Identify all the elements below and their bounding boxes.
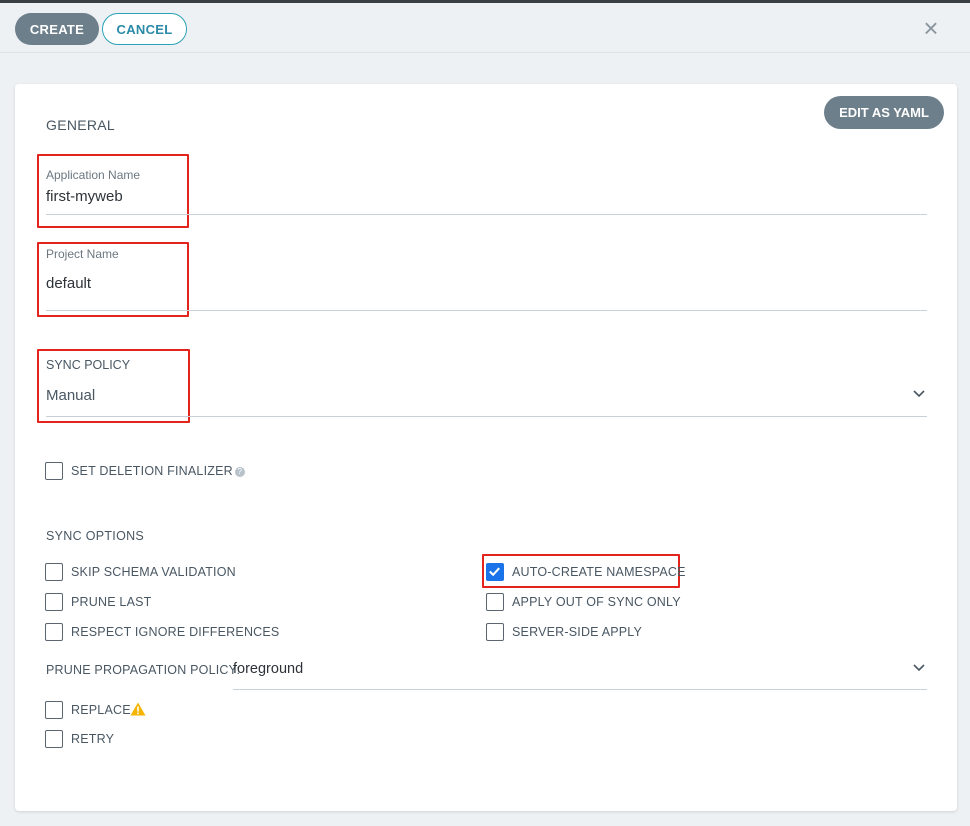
replace-label: REPLACE	[71, 703, 131, 717]
respect-ignore-differences-label: RESPECT IGNORE DIFFERENCES	[71, 625, 280, 639]
application-name-label: Application Name	[46, 168, 141, 182]
prune-last-checkbox[interactable]	[45, 593, 63, 611]
deletion-finalizer-checkbox[interactable]	[45, 462, 63, 480]
close-icon[interactable]: ×	[920, 15, 942, 41]
edit-as-yaml-button[interactable]: EDIT AS YAML	[824, 96, 944, 129]
apply-out-of-sync-only-label: APPLY OUT OF SYNC ONLY	[512, 595, 681, 609]
auto-create-namespace-label: AUTO-CREATE NAMESPACE	[512, 565, 686, 579]
skip-schema-validation-checkbox[interactable]	[45, 563, 63, 581]
retry-label: RETRY	[71, 732, 115, 746]
server-side-apply-label: SERVER-SIDE APPLY	[512, 625, 643, 639]
prune-propagation-policy-label: PRUNE PROPAGATION POLICY:	[46, 663, 241, 677]
warning-icon	[130, 702, 146, 716]
sync-policy-underline	[46, 416, 927, 417]
top-toolbar: CREATE CANCEL ×	[0, 3, 970, 53]
cancel-button[interactable]: CANCEL	[102, 13, 187, 45]
auto-create-namespace-checkbox[interactable]	[486, 563, 504, 581]
chevron-down-icon[interactable]	[912, 661, 926, 675]
create-button[interactable]: CREATE	[15, 13, 99, 45]
sync-policy-label: SYNC POLICY	[46, 358, 131, 372]
sync-options-title: SYNC OPTIONS	[46, 529, 145, 543]
prune-propagation-policy-select[interactable]: foreground	[233, 661, 303, 677]
replace-checkbox[interactable]	[45, 701, 63, 719]
chevron-down-icon[interactable]	[912, 387, 926, 401]
application-form-card: EDIT AS YAML GENERAL Application Name fi…	[15, 84, 957, 811]
retry-checkbox[interactable]	[45, 730, 63, 748]
general-section-title: GENERAL	[46, 117, 116, 133]
help-circle-icon[interactable]: ?	[234, 466, 245, 477]
project-name-input[interactable]: default	[46, 275, 91, 292]
apply-out-of-sync-only-checkbox[interactable]	[486, 593, 504, 611]
prune-propagation-underline	[233, 689, 927, 690]
skip-schema-validation-label: SKIP SCHEMA VALIDATION	[71, 565, 236, 579]
project-name-label: Project Name	[46, 247, 119, 261]
respect-ignore-differences-checkbox[interactable]	[45, 623, 63, 641]
sync-policy-select[interactable]: Manual	[46, 387, 95, 404]
server-side-apply-checkbox[interactable]	[486, 623, 504, 641]
checkmark-icon	[489, 567, 500, 577]
application-name-input[interactable]: first-myweb	[46, 188, 123, 205]
prune-last-label: PRUNE LAST	[71, 595, 152, 609]
project-name-underline	[46, 310, 927, 311]
application-name-underline	[46, 214, 927, 215]
deletion-finalizer-label: SET DELETION FINALIZER?	[71, 464, 245, 478]
